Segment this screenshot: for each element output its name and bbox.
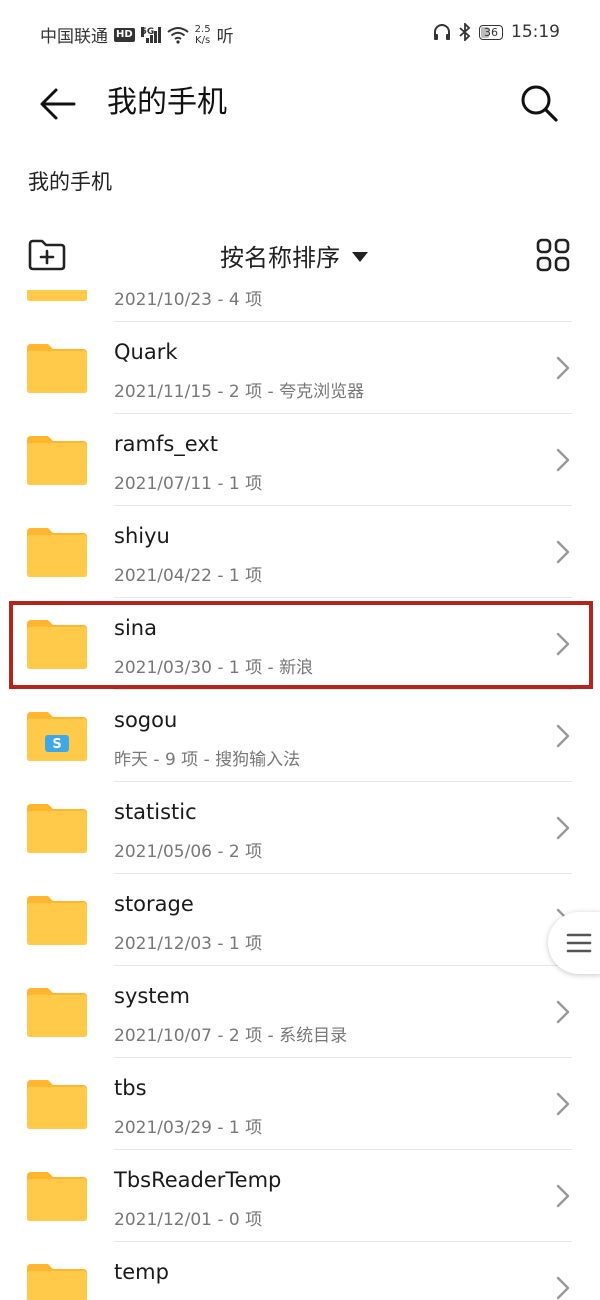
grid-view-icon (536, 238, 570, 272)
net-speed-value: 2.5 (194, 23, 211, 35)
file-name: TbsReaderTemp (114, 1168, 282, 1192)
file-row[interactable]: ramfs_ext 2021/07/11 - 1 项 (0, 414, 600, 506)
chevron-right-icon (556, 1092, 570, 1116)
hd-badge: HD (114, 27, 135, 42)
file-name: sogou (114, 708, 178, 732)
chevron-right-icon (556, 816, 570, 840)
folder-icon (27, 436, 87, 485)
clock: 15:19 (511, 22, 560, 42)
file-meta: 2021/07/11 - 1 项 (114, 474, 263, 494)
chevron-right-icon (556, 540, 570, 564)
file-row[interactable]: tbs 2021/03/29 - 1 项 (0, 1058, 600, 1150)
file-row[interactable]: temp (0, 1242, 600, 1300)
network-type: 5G (140, 26, 155, 37)
bluetooth-icon (459, 23, 471, 41)
file-row[interactable]: sina 2021/03/30 - 1 项 - 新浪 (0, 598, 600, 690)
file-meta: 2021/11/15 - 2 项 - 夸克浏览器 (114, 382, 365, 402)
back-button[interactable] (38, 84, 78, 124)
grid-view-button[interactable] (536, 238, 570, 272)
net-speed: 2.5 K/s (195, 24, 211, 46)
extra-status: 听 (216, 27, 234, 47)
folder-icon (27, 988, 87, 1037)
folder-icon (27, 528, 87, 577)
file-meta: 2021/12/01 - 0 项 (114, 1210, 263, 1230)
folder-icon (27, 896, 87, 945)
sort-dropdown[interactable]: 按名称排序 (220, 238, 368, 273)
folder-icon (27, 1080, 87, 1129)
folder-icon (27, 620, 87, 669)
chevron-right-icon (556, 1184, 570, 1208)
file-name: system (114, 984, 190, 1008)
signal-icon: 5G (140, 26, 161, 43)
new-folder-button[interactable] (27, 238, 67, 272)
file-meta: 2021/03/30 - 1 项 - 新浪 (114, 658, 314, 678)
chevron-right-icon (556, 632, 570, 656)
search-icon (521, 85, 558, 122)
folder-icon (27, 1172, 87, 1221)
folder-icon: S (27, 712, 87, 761)
folder-icon (27, 804, 87, 853)
menu-lines-icon (566, 933, 592, 953)
chevron-right-icon (556, 356, 570, 380)
status-bar: 中国联通 HD 5G 2.5 K/s 听 36 15:19 (0, 0, 600, 68)
battery-level: 36 (484, 25, 498, 39)
file-name: statistic (114, 800, 197, 824)
file-row[interactable]: TbsReaderTemp 2021/12/01 - 0 项 (0, 1150, 600, 1242)
page-title: 我的手机 (107, 85, 227, 120)
file-row[interactable]: shiyu 2021/04/22 - 1 项 (0, 506, 600, 598)
battery-icon: 36 (479, 24, 503, 40)
file-name: tbs (114, 1076, 147, 1100)
caret-down-icon (352, 252, 368, 262)
chevron-right-icon (556, 1276, 570, 1300)
file-meta: 2021/10/23 - 4 项 (114, 290, 263, 310)
file-meta: 2021/10/07 - 2 项 - 系统目录 (114, 1026, 348, 1046)
folder-icon (27, 344, 87, 393)
file-row[interactable]: Quark 2021/11/15 - 2 项 - 夸克浏览器 (0, 322, 600, 414)
file-meta: 2021/04/22 - 1 项 (114, 566, 263, 586)
file-name: sina (114, 616, 157, 640)
file-meta: 昨天 - 9 项 - 搜狗输入法 (114, 750, 301, 770)
chevron-right-icon (556, 724, 570, 748)
app-bar: 我的手机 (0, 68, 600, 140)
back-arrow-icon (40, 88, 76, 120)
file-row[interactable]: statistic 2021/05/06 - 2 项 (0, 782, 600, 874)
file-name: shiyu (114, 524, 170, 548)
chevron-right-icon (556, 448, 570, 472)
status-left: 中国联通 HD 5G 2.5 K/s 听 (40, 22, 234, 48)
search-button[interactable] (518, 82, 560, 124)
wifi-icon (167, 26, 189, 44)
file-meta: 2021/12/03 - 1 项 (114, 934, 263, 954)
folder-icon (27, 290, 87, 301)
file-row[interactable]: Ssogou 昨天 - 9 项 - 搜狗输入法 (0, 690, 600, 782)
file-list-content: 2021/10/23 - 4 项 Quark 2021/11/15 - 2 项 - … (0, 290, 600, 1300)
file-row[interactable]: storage 2021/12/03 - 1 项 (0, 874, 600, 966)
carrier-label: 中国联通 (40, 27, 108, 47)
sort-label: 按名称排序 (220, 244, 340, 272)
file-row[interactable]: 2021/10/23 - 4 项 (0, 290, 600, 322)
file-name: ramfs_ext (114, 432, 219, 456)
svg-text:S: S (52, 737, 61, 752)
new-folder-icon (28, 239, 66, 271)
headphones-icon (434, 24, 450, 40)
net-speed-unit: K/s (195, 34, 211, 46)
sort-bar: 按名称排序 (0, 232, 600, 284)
file-name: temp (114, 1260, 169, 1284)
folder-icon (27, 1264, 87, 1300)
status-right: 36 15:19 (433, 22, 560, 42)
breadcrumb[interactable]: 我的手机 (28, 166, 112, 196)
file-row[interactable]: system 2021/10/07 - 2 项 - 系统目录 (0, 966, 600, 1058)
file-meta: 2021/05/06 - 2 项 (114, 842, 263, 862)
file-meta: 2021/03/29 - 1 项 (114, 1118, 263, 1138)
file-list[interactable]: 2021/10/23 - 4 项 Quark 2021/11/15 - 2 项 - … (0, 290, 600, 1300)
chevron-right-icon (556, 1000, 570, 1024)
file-name: storage (114, 892, 194, 916)
file-name: Quark (114, 340, 178, 364)
